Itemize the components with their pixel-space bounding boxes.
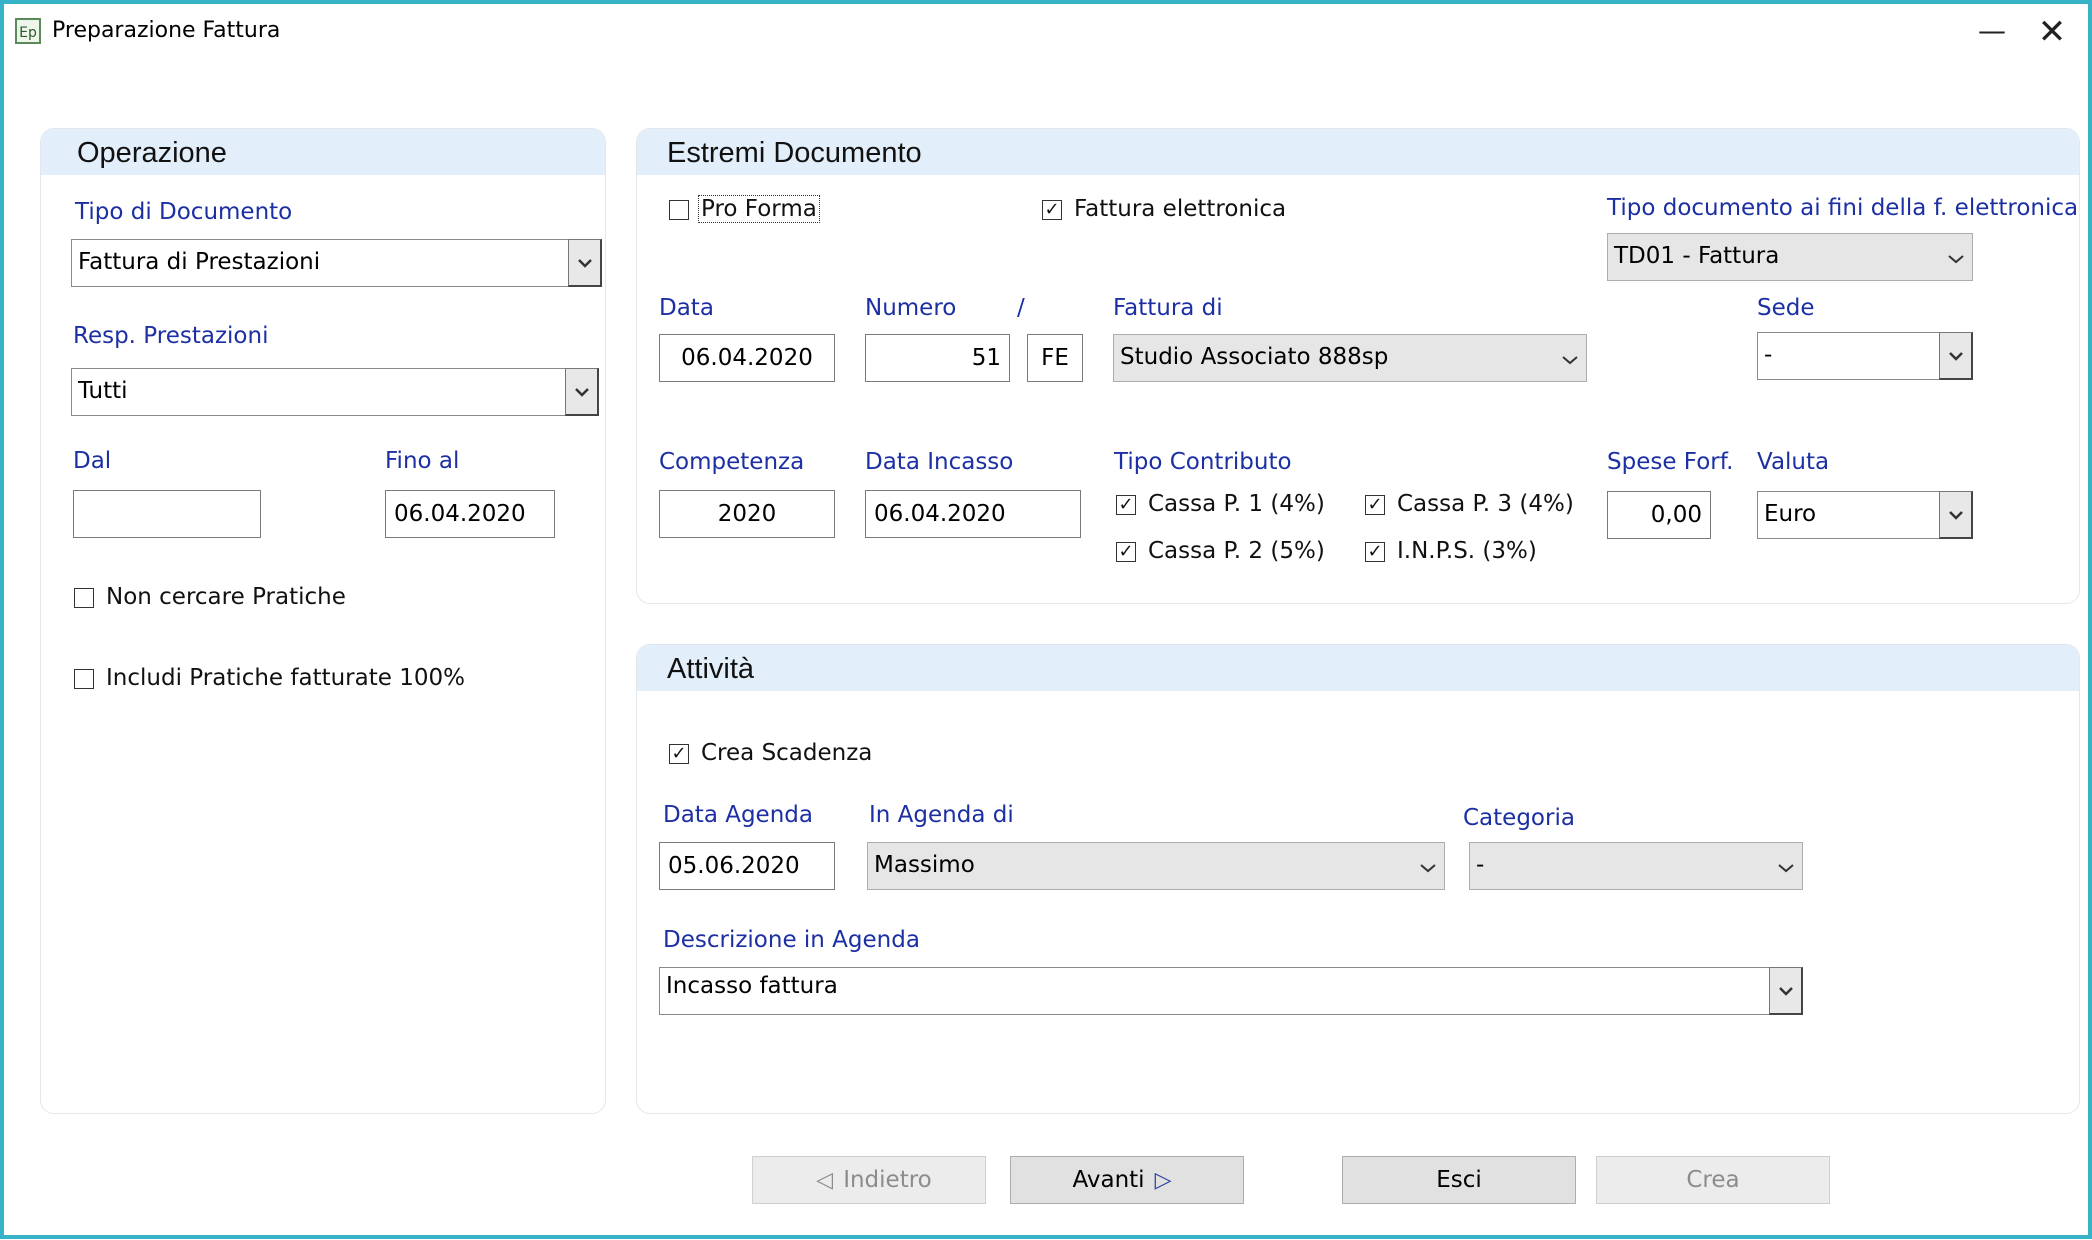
- cassa-p1-checkbox[interactable]: ✓: [1116, 495, 1136, 515]
- crea-button[interactable]: Crea: [1596, 1156, 1830, 1204]
- competenza-label: Competenza: [659, 449, 805, 475]
- app-icon: Ep: [15, 18, 41, 44]
- numero-slash: /: [1017, 295, 1025, 321]
- operazione-panel: Operazione Tipo di Documento Fattura di …: [40, 128, 606, 1114]
- cassa-p3-label: Cassa P. 3 (4%): [1397, 491, 1574, 517]
- fattura-di-label: Fattura di: [1113, 295, 1223, 321]
- spese-forf-input[interactable]: 0,00: [1607, 491, 1711, 539]
- attivita-title: Attività: [667, 653, 755, 685]
- data-agenda-input[interactable]: 05.06.2020: [659, 842, 835, 890]
- attivita-header: Attività: [637, 645, 2079, 691]
- fattura-elettronica-checkbox[interactable]: ✓: [1042, 200, 1062, 220]
- operazione-title: Operazione: [77, 137, 227, 169]
- sede-label: Sede: [1757, 295, 1815, 321]
- in-agenda-di-select[interactable]: Massimo: [867, 842, 1445, 890]
- non-cercare-pratiche-checkbox[interactable]: [74, 588, 94, 608]
- crea-scadenza-label: Crea Scadenza: [701, 740, 873, 766]
- crea-scadenza-checkbox[interactable]: ✓: [669, 744, 689, 764]
- valuta-dropdown-icon[interactable]: [1939, 491, 1973, 539]
- non-cercare-pratiche-label: Non cercare Pratiche: [106, 584, 346, 610]
- title-bar: Ep Preparazione Fattura — ✕: [4, 4, 2088, 60]
- descrizione-agenda-select[interactable]: Incasso fattura: [659, 967, 1803, 1015]
- inps-checkbox[interactable]: ✓: [1365, 542, 1385, 562]
- numero-label: Numero: [865, 295, 957, 321]
- attivita-panel: Attività ✓ Crea Scadenza Data Agenda 05.…: [636, 644, 2080, 1114]
- tipo-documento-label: Tipo di Documento: [75, 199, 293, 225]
- minimize-button[interactable]: —: [1970, 16, 2014, 50]
- spese-forf-label: Spese Forf.: [1607, 449, 1734, 475]
- data-incasso-input[interactable]: 06.04.2020: [865, 490, 1081, 538]
- descrizione-agenda-label: Descrizione in Agenda: [663, 927, 920, 953]
- in-agenda-di-chevron-icon: [1420, 843, 1436, 889]
- includi-pratiche-label: Includi Pratiche fatturate 100%: [106, 665, 465, 691]
- dal-input[interactable]: [73, 490, 261, 538]
- esci-button[interactable]: Esci: [1342, 1156, 1576, 1204]
- avanti-label: Avanti: [1072, 1167, 1145, 1193]
- fino-al-input[interactable]: 06.04.2020: [385, 490, 555, 538]
- includi-pratiche-checkbox[interactable]: [74, 669, 94, 689]
- sezionale-input[interactable]: FE: [1027, 334, 1083, 382]
- tipo-documento-fe-label: Tipo documento ai fini della f. elettron…: [1607, 195, 2079, 221]
- estremi-documento-title: Estremi Documento: [667, 137, 922, 169]
- window-title: Preparazione Fattura: [52, 18, 281, 43]
- tipo-contributo-label: Tipo Contributo: [1114, 449, 1292, 475]
- fattura-elettronica-label: Fattura elettronica: [1074, 196, 1287, 222]
- indietro-label: Indietro: [843, 1167, 932, 1193]
- pro-forma-checkbox[interactable]: [669, 200, 689, 220]
- fino-al-label: Fino al: [385, 448, 460, 474]
- competenza-input[interactable]: 2020: [659, 490, 835, 538]
- descrizione-agenda-dropdown-icon[interactable]: [1769, 967, 1803, 1015]
- tipo-documento-fe-chevron-icon: [1948, 234, 1964, 280]
- fattura-di-value: Studio Associato 888sp: [1120, 344, 1389, 370]
- estremi-documento-header: Estremi Documento: [637, 129, 2079, 175]
- fattura-di-select[interactable]: Studio Associato 888sp: [1113, 334, 1587, 382]
- right-triangle-icon: ▷: [1154, 1167, 1172, 1193]
- operazione-header: Operazione: [41, 129, 605, 175]
- fattura-di-chevron-icon: [1562, 335, 1578, 381]
- numero-input[interactable]: 51: [865, 334, 1010, 382]
- tipo-documento-value: Fattura di Prestazioni: [78, 249, 321, 275]
- left-triangle-icon: ◁: [816, 1167, 834, 1193]
- valuta-label: Valuta: [1757, 449, 1830, 475]
- data-agenda-label: Data Agenda: [663, 802, 813, 828]
- resp-prestazioni-label: Resp. Prestazioni: [73, 323, 269, 349]
- estremi-documento-panel: Estremi Documento Pro Forma ✓ Fattura el…: [636, 128, 2080, 604]
- sede-value: -: [1764, 342, 1773, 368]
- tipo-documento-select[interactable]: Fattura di Prestazioni: [71, 239, 602, 287]
- data-incasso-label: Data Incasso: [865, 449, 1014, 475]
- categoria-label: Categoria: [1463, 805, 1575, 831]
- in-agenda-di-value: Massimo: [874, 852, 975, 878]
- in-agenda-di-label: In Agenda di: [869, 802, 1014, 828]
- cassa-p2-label: Cassa P. 2 (5%): [1148, 538, 1325, 564]
- data-input[interactable]: 06.04.2020: [659, 334, 835, 382]
- sede-dropdown-icon[interactable]: [1939, 332, 1973, 380]
- inps-label: I.N.P.S. (3%): [1397, 538, 1537, 564]
- categoria-chevron-icon: [1778, 843, 1794, 889]
- indietro-button[interactable]: ◁ Indietro: [752, 1156, 986, 1204]
- resp-prestazioni-select[interactable]: Tutti: [71, 368, 599, 416]
- categoria-value: -: [1476, 852, 1485, 878]
- valuta-value: Euro: [1764, 501, 1817, 527]
- cassa-p1-label: Cassa P. 1 (4%): [1148, 491, 1325, 517]
- valuta-select[interactable]: Euro: [1757, 491, 1973, 539]
- dal-label: Dal: [73, 448, 112, 474]
- tipo-documento-fe-select[interactable]: TD01 - Fattura: [1607, 233, 1973, 281]
- categoria-select[interactable]: -: [1469, 842, 1803, 890]
- pro-forma-label: Pro Forma: [698, 195, 820, 223]
- sede-select[interactable]: -: [1757, 332, 1973, 380]
- cassa-p2-checkbox[interactable]: ✓: [1116, 542, 1136, 562]
- tipo-documento-dropdown-icon[interactable]: [568, 239, 602, 287]
- close-button[interactable]: ✕: [2030, 12, 2074, 52]
- preparazione-fattura-window: Ep Preparazione Fattura — ✕ Operazione T…: [0, 0, 2092, 1239]
- avanti-button[interactable]: Avanti ▷: [1010, 1156, 1244, 1204]
- data-label: Data: [659, 295, 714, 321]
- resp-prestazioni-dropdown-icon[interactable]: [565, 368, 599, 416]
- descrizione-agenda-value: Incasso fattura: [666, 973, 838, 999]
- resp-prestazioni-value: Tutti: [78, 378, 128, 404]
- tipo-documento-fe-value: TD01 - Fattura: [1614, 243, 1780, 269]
- cassa-p3-checkbox[interactable]: ✓: [1365, 495, 1385, 515]
